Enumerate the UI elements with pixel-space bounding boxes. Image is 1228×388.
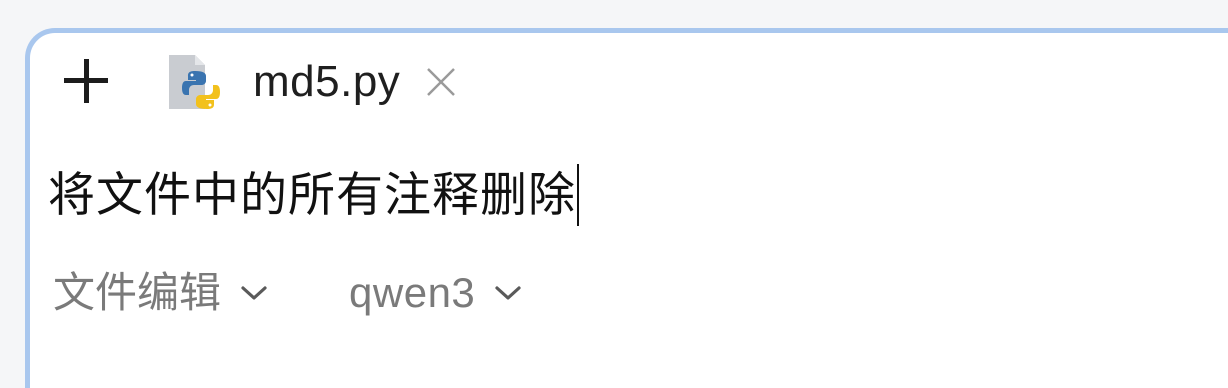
prompt-input[interactable]: 将文件中的所有注释删除 xyxy=(48,164,579,226)
attached-file-chip[interactable]: md5.py xyxy=(165,50,458,114)
file-name: md5.py xyxy=(253,57,401,106)
chevron-down-icon xyxy=(495,286,521,300)
python-file-icon xyxy=(165,51,223,113)
close-icon[interactable] xyxy=(424,65,458,99)
mode-selector[interactable]: 文件编辑 xyxy=(53,272,269,314)
add-context-button[interactable] xyxy=(62,58,112,108)
mode-label: 文件编辑 xyxy=(53,268,222,317)
chevron-down-icon xyxy=(241,286,267,300)
selector-bar: 文件编辑 qwen3 xyxy=(53,272,523,314)
model-label: qwen3 xyxy=(349,269,476,316)
prompt-text: 将文件中的所有注释删除 xyxy=(48,167,576,223)
model-selector[interactable]: qwen3 xyxy=(349,272,523,314)
text-caret xyxy=(577,164,579,226)
